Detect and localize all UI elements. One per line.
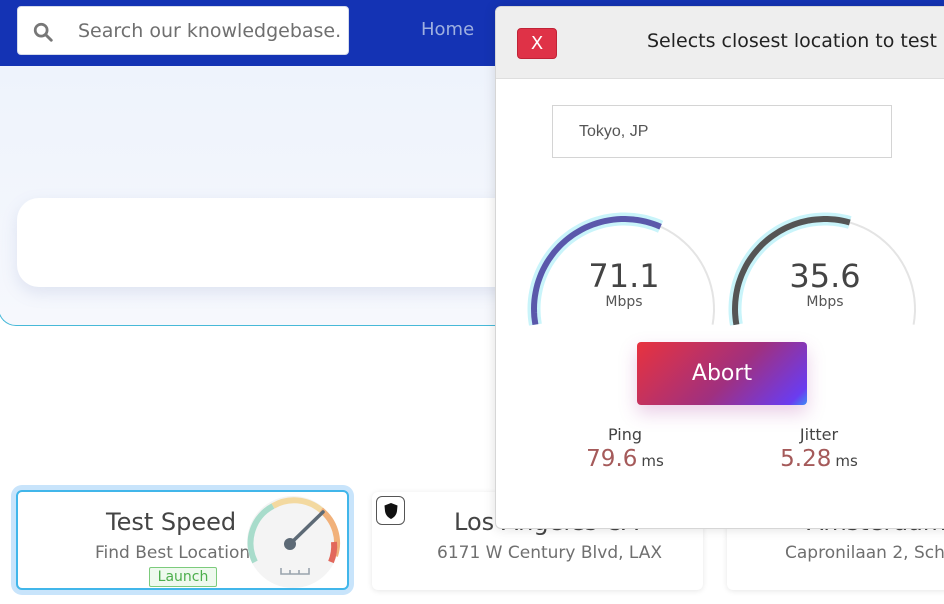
jitter-stat: Jitter 5.28 ms bbox=[749, 425, 889, 472]
modal-title: Selects closest location to test bbox=[647, 30, 937, 52]
search-box[interactable] bbox=[17, 6, 349, 55]
card-subtitle: 6171 W Century Blvd, LAX bbox=[437, 543, 663, 563]
abort-button[interactable]: Abort bbox=[637, 342, 807, 405]
modal-header: X Selects closest location to test bbox=[496, 7, 944, 79]
shield-button[interactable] bbox=[376, 496, 405, 525]
hero-card bbox=[17, 198, 527, 287]
search-input[interactable] bbox=[78, 7, 340, 54]
download-gauge: 71.1 Mbps bbox=[526, 207, 722, 337]
location-field[interactable] bbox=[552, 105, 892, 158]
test-speed-card[interactable]: Test Speed Find Best Location Launch bbox=[16, 490, 349, 590]
card-subtitle: Find Best Location bbox=[95, 543, 251, 563]
upload-gauge: 35.6 Mbps bbox=[727, 207, 923, 337]
ping-unit: ms bbox=[641, 452, 664, 470]
ping-value: 79.6 bbox=[586, 446, 638, 472]
download-value: 71.1 bbox=[588, 257, 660, 295]
speed-test-modal: X Selects closest location to test 71.1 … bbox=[495, 6, 944, 529]
download-unit: Mbps bbox=[605, 294, 643, 310]
jitter-label: Jitter bbox=[799, 425, 839, 444]
search-icon bbox=[33, 22, 53, 42]
nav-home-link[interactable]: Home bbox=[421, 19, 474, 40]
card-title: Test Speed bbox=[106, 508, 237, 536]
shield-icon bbox=[384, 503, 398, 519]
ping-value-row: 79.6 ms bbox=[555, 446, 695, 472]
card-subtitle: Capronilaan 2, Schiphol bbox=[785, 543, 944, 563]
ping-stat: Ping 79.6 ms bbox=[555, 425, 695, 472]
jitter-unit: ms bbox=[835, 452, 858, 470]
upload-unit: Mbps bbox=[806, 294, 844, 310]
ping-label: Ping bbox=[607, 425, 643, 444]
jitter-value-row: 5.28 ms bbox=[749, 446, 889, 472]
speedometer-icon bbox=[247, 496, 340, 588]
upload-value: 35.6 bbox=[789, 257, 861, 295]
close-button[interactable]: X bbox=[517, 28, 557, 59]
launch-badge[interactable]: Launch bbox=[149, 567, 217, 587]
jitter-value: 5.28 bbox=[780, 446, 832, 472]
hero-panel bbox=[0, 66, 518, 326]
